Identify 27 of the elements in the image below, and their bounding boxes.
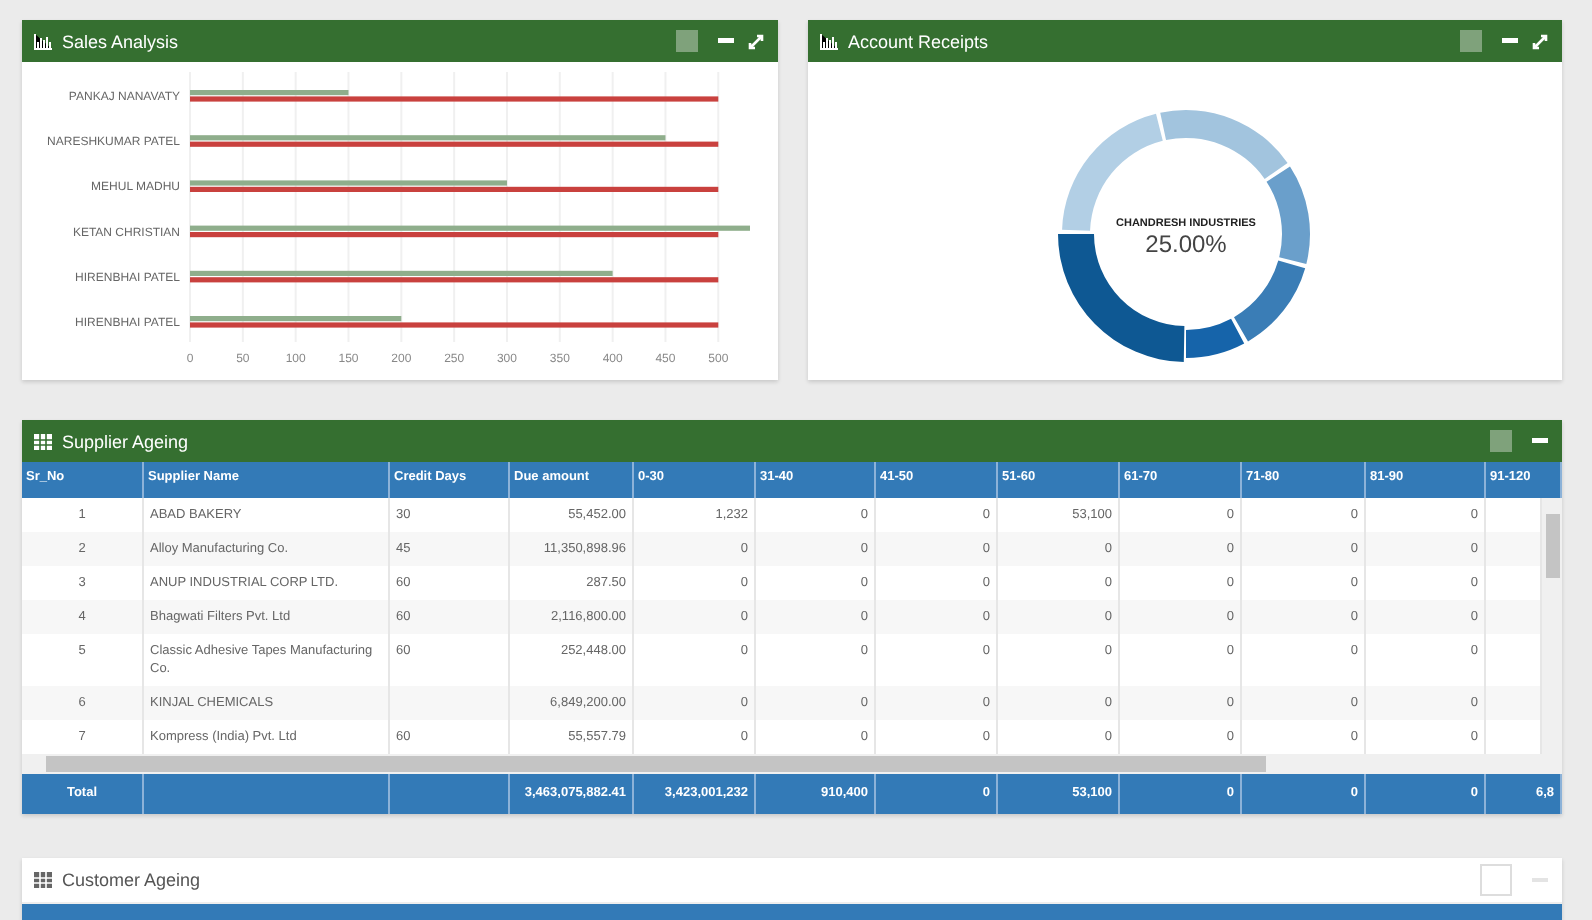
horizontal-scrollbar[interactable] (22, 754, 1562, 774)
expand-icon (748, 33, 764, 49)
table-cell (1486, 686, 1542, 720)
toggle-button[interactable] (1480, 864, 1512, 896)
donut-center-value: 25.00% (1145, 230, 1227, 258)
table-cell (1486, 600, 1542, 634)
total-cell (390, 774, 510, 814)
minus-icon (1532, 438, 1548, 444)
expand-button[interactable] (1530, 31, 1550, 51)
table-cell (390, 686, 510, 720)
panel-title: Supplier Ageing (62, 431, 191, 451)
expand-icon (1532, 33, 1548, 49)
minus-icon (718, 38, 734, 44)
bar-chart-icon (820, 33, 838, 49)
panel-title: Account Receipts (848, 31, 991, 51)
toggle-button[interactable] (1490, 430, 1512, 452)
toggle-button[interactable] (676, 30, 698, 52)
minus-icon (1502, 38, 1518, 44)
table-icon (34, 872, 52, 888)
table-cell (1486, 532, 1542, 566)
toggle-button[interactable] (1460, 30, 1482, 52)
panel-title: Customer Ageing (62, 870, 203, 890)
table-icon (34, 433, 52, 449)
vertical-scrollbar[interactable] (1542, 498, 1562, 754)
expand-button[interactable] (746, 31, 766, 51)
bar-chart-icon (34, 33, 52, 49)
panel-title: Sales Analysis (62, 31, 181, 51)
